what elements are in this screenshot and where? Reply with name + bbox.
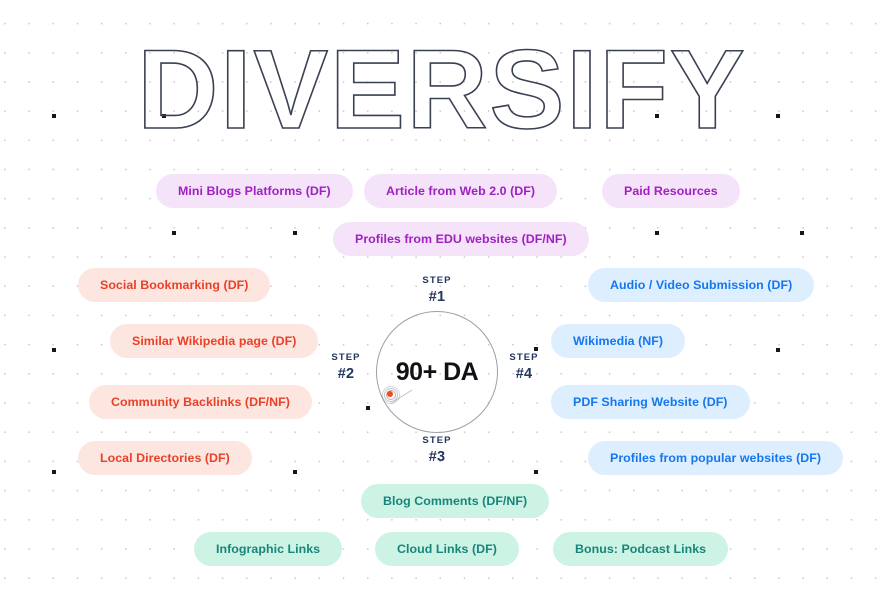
accent-dot: [172, 231, 176, 235]
pill-pdf-sharing-website[interactable]: PDF Sharing Website (DF): [551, 385, 750, 419]
pill-local-directories[interactable]: Local Directories (DF): [78, 441, 252, 475]
pill-profiles-from-edu-websites[interactable]: Profiles from EDU websites (DF/NF): [333, 222, 589, 256]
accent-dot: [800, 231, 804, 235]
center-da-badge: 90+ DA: [395, 357, 479, 386]
pill-blog-comments[interactable]: Blog Comments (DF/NF): [361, 484, 550, 518]
step-3-word: STEP: [422, 435, 452, 446]
step-label-1: STEP #1: [402, 274, 472, 306]
pill-mini-blogs-platforms[interactable]: Mini Blogs Platforms (DF): [156, 174, 353, 208]
step-4-word: STEP: [509, 352, 539, 363]
pill-bonus-podcast-links[interactable]: Bonus: Podcast Links: [553, 532, 729, 566]
pill-similar-wikipedia-page[interactable]: Similar Wikipedia page (DF): [110, 324, 319, 358]
accent-dot: [366, 406, 370, 410]
pill-infographic-links[interactable]: Infographic Links: [194, 532, 343, 566]
accent-dot: [52, 470, 56, 474]
pill-paid-resources[interactable]: Paid Resources: [602, 174, 740, 208]
infographic-canvas: DIVERSIFY Mini Blogs Platforms (DF) Arti…: [0, 0, 884, 589]
pill-social-bookmarking[interactable]: Social Bookmarking (DF): [78, 268, 271, 302]
pill-cloud-links[interactable]: Cloud Links (DF): [375, 532, 519, 566]
accent-dot: [293, 470, 297, 474]
pill-wikimedia[interactable]: Wikimedia (NF): [551, 324, 686, 358]
step-1-word: STEP: [422, 275, 452, 286]
step-3-number: #3: [428, 448, 446, 465]
step-label-4: STEP #4: [489, 351, 559, 383]
step-2-word: STEP: [331, 352, 361, 363]
accent-dot: [52, 348, 56, 352]
pill-article-from-web-20[interactable]: Article from Web 2.0 (DF): [364, 174, 558, 208]
pill-audio-video-submission[interactable]: Audio / Video Submission (DF): [588, 268, 815, 302]
step-4-number: #4: [515, 365, 533, 382]
accent-dot: [293, 231, 297, 235]
accent-dot: [776, 348, 780, 352]
pill-profiles-from-popular-websites[interactable]: Profiles from popular websites (DF): [588, 441, 844, 475]
pill-community-backlinks[interactable]: Community Backlinks (DF/NF): [89, 385, 312, 419]
page-title: DIVERSIFY: [137, 27, 747, 152]
step-label-2: STEP #2: [311, 351, 381, 383]
step-1-number: #1: [428, 288, 446, 305]
step-label-3: STEP #3: [402, 434, 472, 466]
step-2-number: #2: [337, 365, 355, 382]
accent-dot: [655, 231, 659, 235]
accent-dot: [534, 470, 538, 474]
